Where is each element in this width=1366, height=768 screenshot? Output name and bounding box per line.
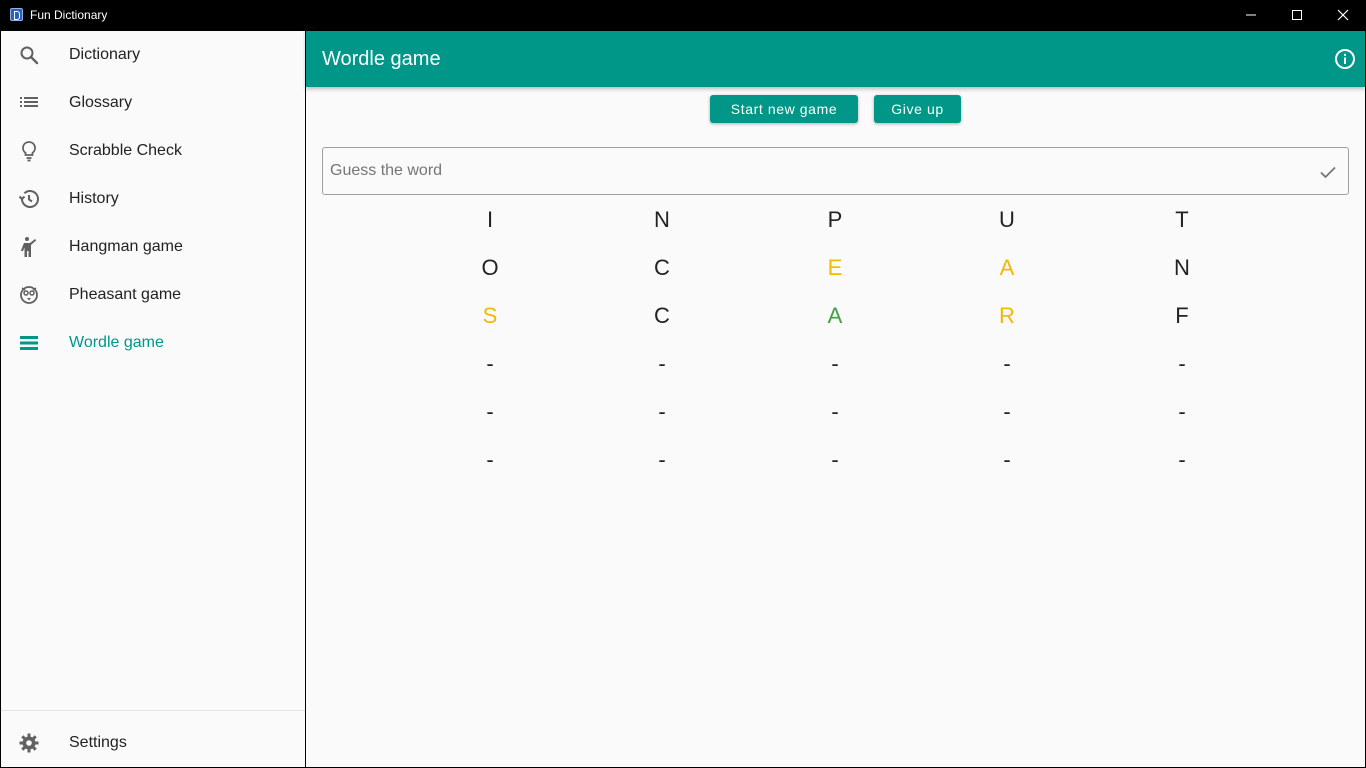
pheasant-icon (20, 286, 38, 304)
minimize-button[interactable] (1228, 0, 1274, 31)
lightbulb-icon (22, 141, 36, 162)
board-cell: - (486, 351, 494, 376)
wordle-board: INPUTOCEANSCARF--------------- (306, 31, 1365, 767)
gear-icon (19, 733, 39, 753)
board-cell: - (1003, 447, 1011, 472)
board-cell: - (486, 399, 494, 424)
board-cell: - (658, 351, 666, 376)
navigation-drawer: Dictionary Glossary Scrabble Check Histo… (1, 31, 305, 767)
board-cell: - (831, 399, 839, 424)
sidebar-item-pheasant-game[interactable]: Pheasant game (1, 271, 305, 319)
sidebar-item-wordle-game[interactable]: Wordle game (1, 319, 305, 367)
list-icon (20, 97, 38, 107)
sidebar-item-label: History (69, 190, 119, 207)
sidebar-item-label: Settings (69, 734, 127, 751)
board-cell: - (831, 447, 839, 472)
sidebar-divider (1, 710, 305, 711)
sidebar-item-scrabble-check[interactable]: Scrabble Check (1, 127, 305, 175)
board-cell: U (999, 207, 1015, 232)
window-titlebar[interactable]: Fun Dictionary (0, 0, 1366, 31)
maximize-icon (1292, 10, 1302, 20)
minimize-icon (1246, 14, 1256, 16)
search-icon (20, 46, 39, 65)
board-cell: - (658, 447, 666, 472)
board-cell: - (1178, 399, 1186, 424)
sidebar-item-settings[interactable]: Settings (1, 719, 305, 767)
board-cell: - (1003, 351, 1011, 376)
board-cell: I (486, 207, 494, 232)
close-button[interactable] (1320, 0, 1366, 31)
board-cell: O (481, 255, 499, 280)
sidebar-item-history[interactable]: History (1, 175, 305, 223)
board-cell: A (999, 255, 1015, 280)
board-cell: - (1178, 351, 1186, 376)
board-cell: - (831, 351, 839, 376)
sidebar-item-label: Scrabble Check (69, 142, 182, 159)
board-cell: C (654, 255, 670, 280)
history-icon (18, 190, 39, 208)
board-cell: F (1175, 303, 1189, 328)
sidebar-item-label: Pheasant game (69, 286, 182, 303)
board-cell: - (486, 447, 494, 472)
board-cell: - (1003, 399, 1011, 424)
sidebar-item-label: Wordle game (69, 334, 164, 351)
board-cell: E (827, 255, 843, 280)
board-cell: - (1178, 447, 1186, 472)
board-cell: S (482, 303, 498, 328)
window-title: Fun Dictionary (30, 8, 108, 22)
board-cell: - (658, 399, 666, 424)
board-cell: R (999, 303, 1015, 328)
board-cell: N (1174, 255, 1190, 280)
app-icon (10, 8, 23, 21)
board-cell: T (1175, 207, 1189, 232)
sidebar-item-glossary[interactable]: Glossary (1, 79, 305, 127)
sidebar-item-dictionary[interactable]: Dictionary (1, 31, 305, 79)
hangman-icon (20, 237, 37, 257)
board-cell: N (654, 207, 670, 232)
main-content: Wordle game Start new game Give up INPUT… (306, 31, 1365, 767)
sidebar-item-label: Dictionary (69, 46, 141, 63)
board-cell: P (827, 207, 843, 232)
maximize-button[interactable] (1274, 0, 1320, 31)
board-cell: A (827, 303, 843, 328)
sidebar-item-hangman-game[interactable]: Hangman game (1, 223, 305, 271)
wordle-icon (20, 336, 38, 350)
close-icon (1337, 9, 1349, 21)
sidebar-item-label: Glossary (69, 94, 133, 111)
sidebar-item-label: Hangman game (69, 238, 183, 255)
board-cell: C (654, 303, 670, 328)
